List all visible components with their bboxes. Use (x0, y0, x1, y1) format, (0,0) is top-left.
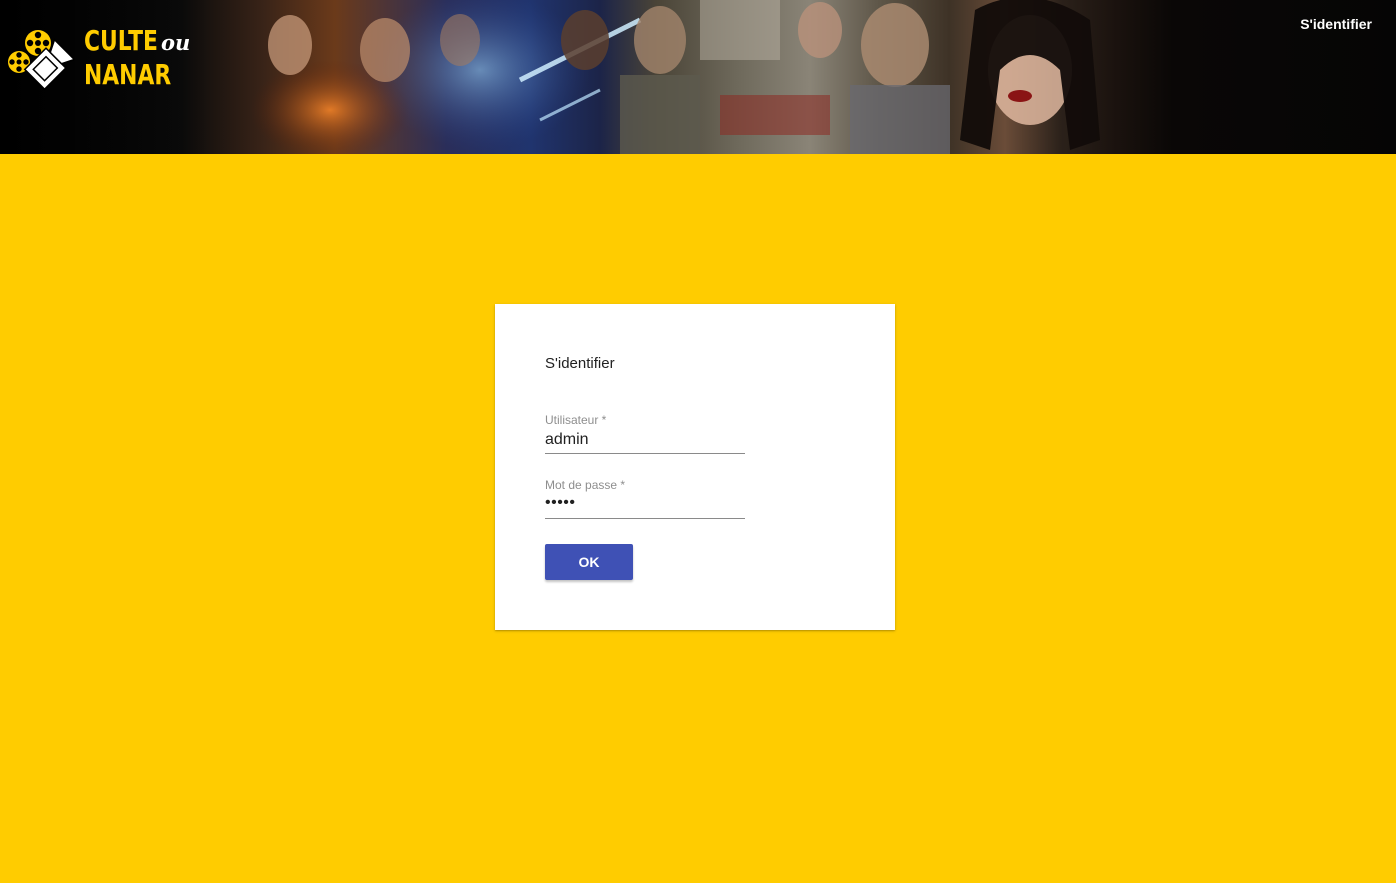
film-reel-camera-icon (8, 30, 76, 91)
brand-name-ou: ou (161, 30, 191, 55)
banner-movie-collage-image (0, 0, 1100, 154)
ok-button[interactable]: OK (545, 544, 633, 580)
login-card: S'identifier Utilisateur * Mot de passe … (495, 304, 895, 630)
brand-logo[interactable]: CULTE ou NANAR (6, 24, 196, 96)
header-banner: CULTE ou NANAR S'identifier (0, 0, 1396, 154)
username-input[interactable] (545, 431, 745, 449)
nav-login-link[interactable]: S'identifier (1300, 16, 1372, 32)
login-title: S'identifier (545, 355, 615, 372)
brand-name-nanar: NANAR (84, 58, 172, 91)
username-label: Utilisateur * (545, 413, 607, 427)
brand-name-culte: CULTE (84, 24, 158, 57)
password-input[interactable]: ••••• (545, 494, 745, 512)
password-label: Mot de passe * (545, 478, 626, 492)
username-field[interactable]: Utilisateur * (545, 413, 745, 454)
password-field[interactable]: Mot de passe * ••••• (545, 478, 745, 519)
